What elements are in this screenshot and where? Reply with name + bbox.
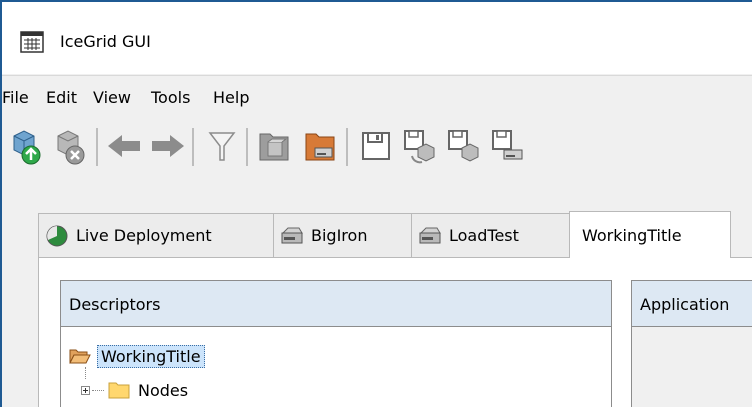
tab-live-deployment[interactable]: Live Deployment	[38, 213, 274, 257]
tree-node-nodes[interactable]: Nodes	[81, 377, 188, 403]
toolbar-separator	[96, 128, 98, 166]
forward-arrow-icon[interactable]	[148, 126, 188, 166]
disconnect-icon[interactable]	[50, 126, 90, 166]
tab-label: LoadTest	[449, 226, 519, 245]
tab-loadtest[interactable]: LoadTest	[411, 213, 570, 257]
application-header: Application	[632, 281, 752, 327]
descriptors-header: Descriptors	[61, 281, 611, 327]
tree-node-workingtitle[interactable]: WorkingTitle	[69, 343, 205, 369]
tab-label: BigIron	[311, 226, 368, 245]
drive-icon	[418, 225, 442, 247]
toolbar	[2, 118, 752, 178]
open-application-icon[interactable]	[254, 126, 294, 166]
back-arrow-icon[interactable]	[104, 126, 144, 166]
save-to-file-icon[interactable]	[488, 126, 528, 166]
toolbar-separator	[346, 128, 348, 166]
save-to-registry-icon[interactable]	[400, 126, 440, 166]
menu-file[interactable]: File	[2, 88, 29, 107]
toolbar-separator	[192, 128, 194, 166]
drive-icon	[280, 225, 304, 247]
filter-icon[interactable]	[202, 126, 242, 166]
deployment-tabs: Live Deployment BigIron LoadTest Working…	[2, 211, 752, 258]
descriptors-panel: Descriptors WorkingTitle Nodes	[60, 280, 612, 407]
open-from-file-icon[interactable]	[300, 126, 340, 166]
toolbar-separator	[246, 128, 248, 166]
save-icon[interactable]	[356, 126, 396, 166]
window-title: IceGrid GUI	[60, 32, 151, 51]
title-bar: IceGrid GUI	[2, 2, 752, 74]
tab-label: WorkingTitle	[582, 225, 682, 245]
menu-help[interactable]: Help	[213, 88, 249, 107]
tree-node-label: Nodes	[138, 380, 189, 400]
application-panel: Application	[631, 280, 752, 407]
descriptors-title: Descriptors	[69, 295, 161, 314]
tree-node-label: WorkingTitle	[97, 344, 205, 368]
open-folder-icon	[69, 349, 91, 364]
application-title: Application	[640, 295, 730, 314]
tab-workingtitle[interactable]: WorkingTitle	[569, 211, 731, 258]
expand-plus-icon[interactable]	[81, 385, 90, 395]
tab-bigiron[interactable]: BigIron	[273, 213, 412, 257]
tree-connector	[92, 389, 104, 391]
menu-bar: File Edit View Tools Help	[2, 75, 752, 118]
grid-window-icon	[20, 31, 44, 53]
connect-icon[interactable]	[6, 126, 46, 166]
save-to-registry-no-restart-icon[interactable]	[444, 126, 484, 166]
menu-edit[interactable]: Edit	[46, 88, 77, 107]
menu-view[interactable]: View	[93, 88, 131, 107]
tab-label: Live Deployment	[76, 226, 212, 245]
folder-icon	[108, 382, 130, 399]
live-deployment-icon	[45, 225, 69, 247]
menu-tools[interactable]: Tools	[151, 88, 190, 107]
